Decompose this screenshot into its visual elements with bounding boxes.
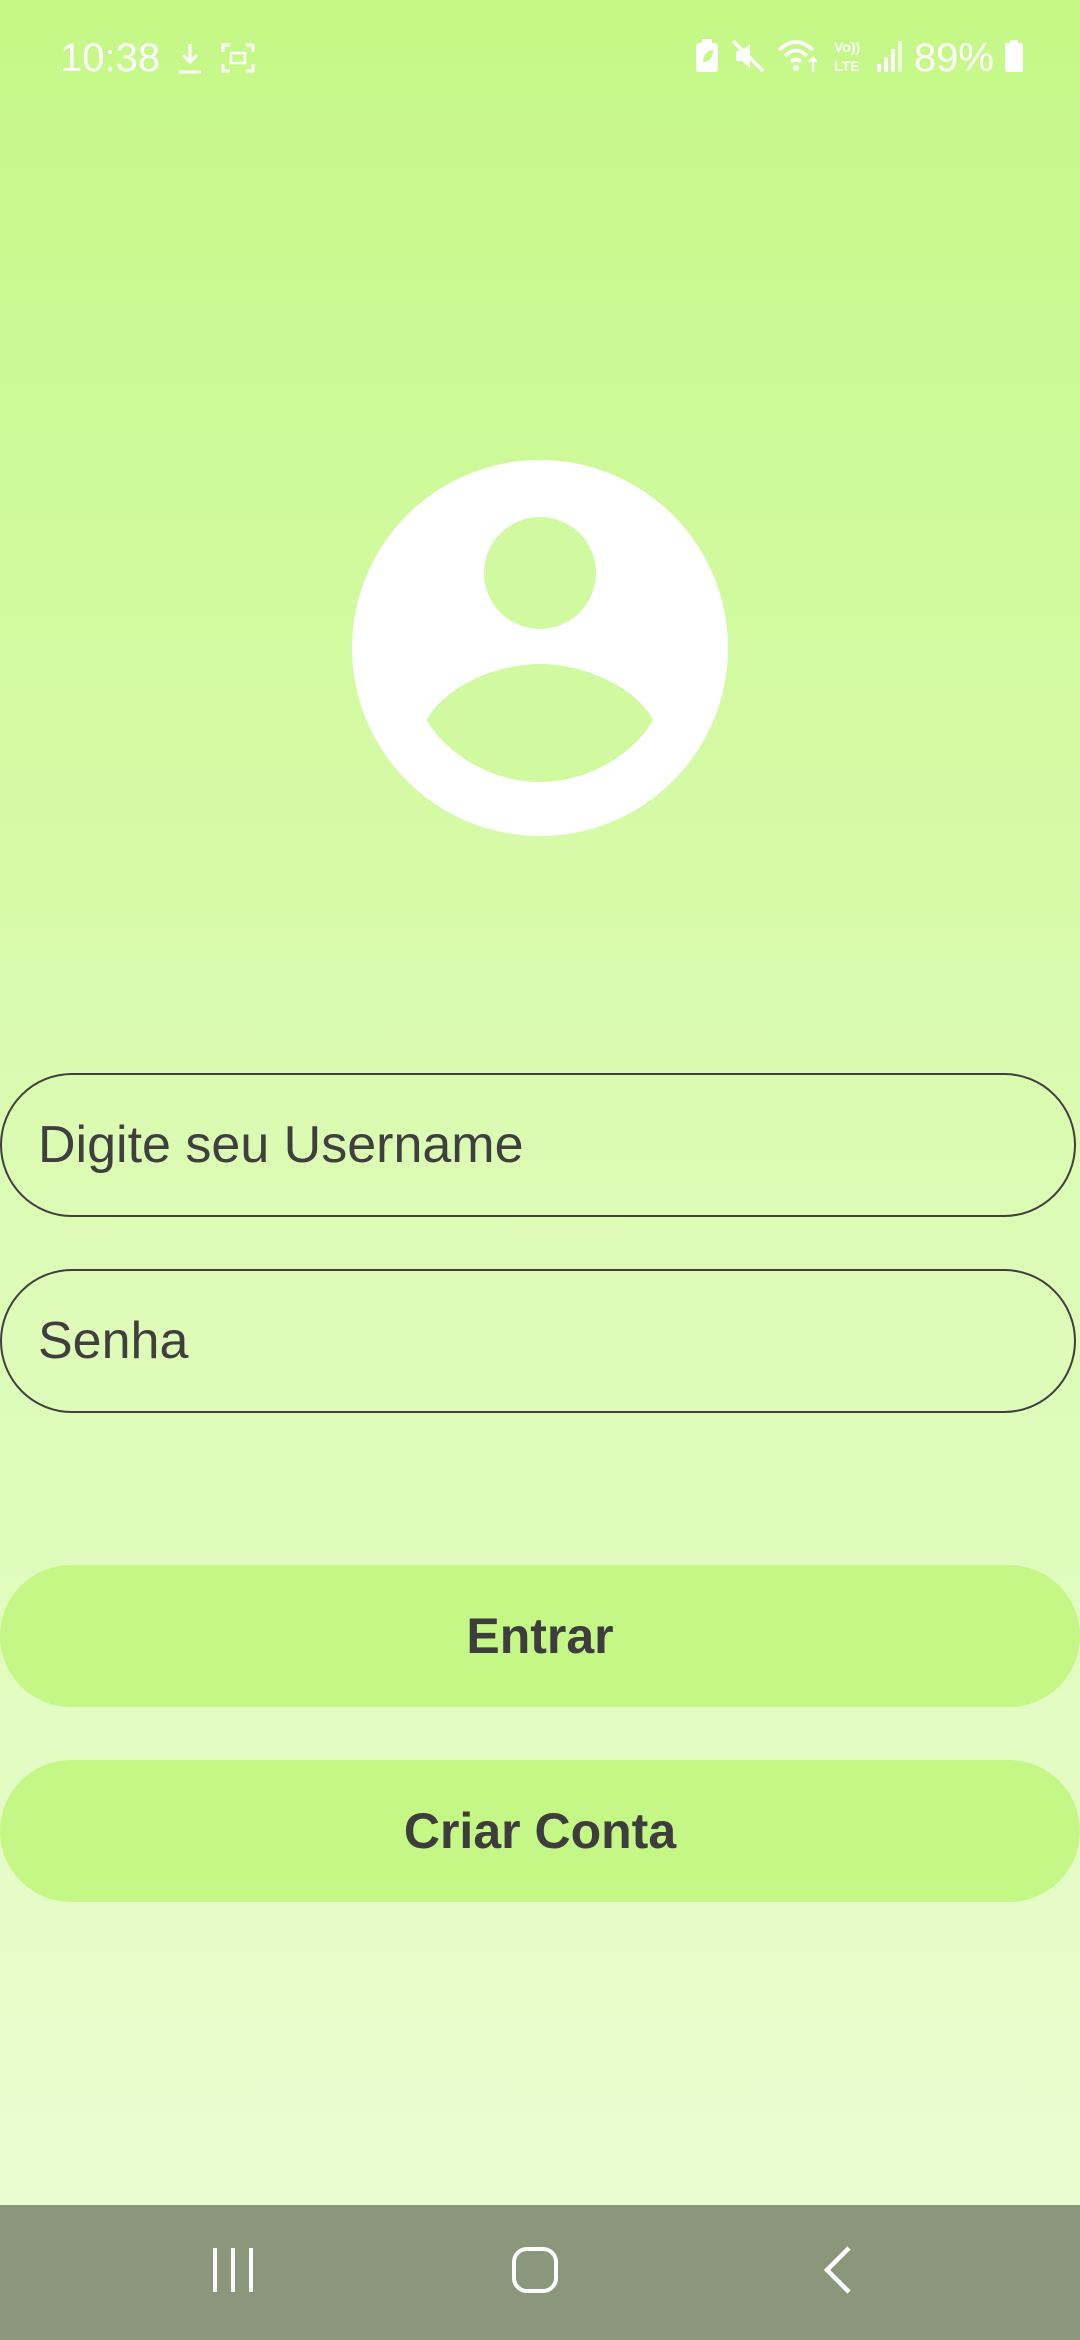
username-input[interactable]: [38, 1075, 1038, 1215]
status-right-icons: Vo)) LTE 89%: [694, 34, 1024, 82]
navigation-bar: [0, 2205, 1080, 2340]
screenshot-icon: [220, 42, 256, 79]
username-field[interactable]: [0, 1073, 1076, 1217]
mute-icon: [730, 38, 766, 79]
password-input[interactable]: [38, 1271, 1038, 1411]
status-time: 10:38: [60, 36, 161, 80]
battery-percent: 89%: [913, 36, 994, 80]
login-button[interactable]: Entrar: [0, 1565, 1080, 1707]
download-icon: [176, 40, 204, 81]
back-icon: [822, 2245, 854, 2300]
svg-text:LTE: LTE: [834, 58, 859, 74]
status-bar: 10:38 Vo)) LTE 89%: [0, 0, 1080, 120]
wifi-icon: [776, 38, 822, 79]
recents-icon: [210, 2246, 256, 2299]
volte-icon: Vo)) LTE: [832, 37, 866, 80]
user-avatar-icon: [352, 460, 728, 836]
password-field[interactable]: [0, 1269, 1076, 1413]
svg-text:Vo)): Vo)): [834, 39, 860, 55]
back-button[interactable]: [748, 2205, 928, 2340]
status-left-icons: [176, 40, 256, 80]
home-button[interactable]: [445, 2205, 625, 2340]
signal-icon: [876, 38, 904, 79]
create-account-button[interactable]: Criar Conta: [0, 1760, 1080, 1902]
battery-saver-icon: [694, 38, 720, 79]
home-icon: [511, 2246, 559, 2299]
recents-button[interactable]: [143, 2205, 323, 2340]
battery-icon: [1004, 38, 1024, 79]
